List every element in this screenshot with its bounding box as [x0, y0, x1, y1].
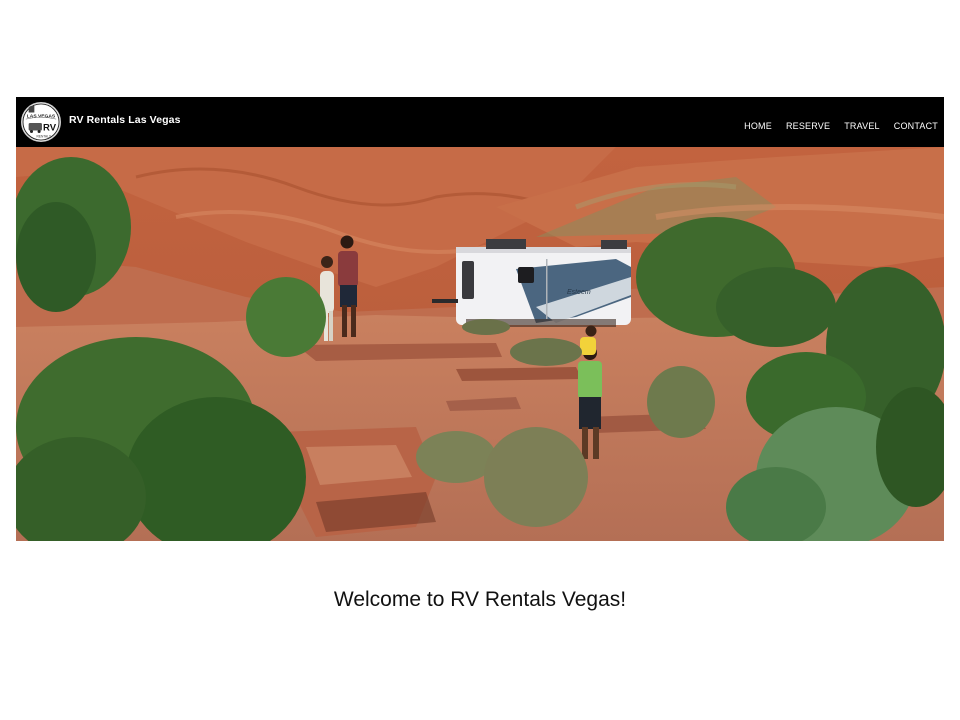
- trailer-brand-text: Esteem: [567, 289, 591, 296]
- site-logo[interactable]: LAS VEGAS RV RENTALS: [21, 102, 61, 142]
- nav-link-home[interactable]: HOME: [744, 121, 772, 131]
- nav-item-contact: CONTACT: [894, 116, 938, 134]
- logo-text-bottom: RENTALS: [37, 135, 52, 139]
- nav-link-contact[interactable]: CONTACT: [894, 121, 938, 131]
- las-vegas-rv-badge-icon: LAS VEGAS RV RENTALS: [22, 103, 60, 141]
- nav-link-reserve[interactable]: RESERVE: [786, 121, 830, 131]
- nav-item-home: HOME: [744, 116, 772, 134]
- nav-link-travel[interactable]: TRAVEL: [844, 121, 880, 131]
- top-navbar: LAS VEGAS RV RENTALS RV Rentals Las Vega…: [16, 97, 944, 147]
- site-frame: LAS VEGAS RV RENTALS RV Rentals Las Vega…: [16, 97, 944, 541]
- logo-badge-text: RV: [43, 123, 57, 134]
- welcome-heading: Welcome to RV Rentals Vegas!: [333, 588, 627, 611]
- nav-item-travel: TRAVEL: [844, 116, 880, 134]
- travel-trailer: Esteem: [432, 239, 631, 327]
- nav-item-reserve: RESERVE: [786, 116, 830, 134]
- hero-image: Esteem: [16, 147, 944, 541]
- desert-rv-scene-image: Esteem: [16, 147, 944, 541]
- main-nav: HOME RESERVE TRAVEL CONTACT: [744, 116, 938, 134]
- site-title[interactable]: RV Rentals Las Vegas: [69, 114, 181, 126]
